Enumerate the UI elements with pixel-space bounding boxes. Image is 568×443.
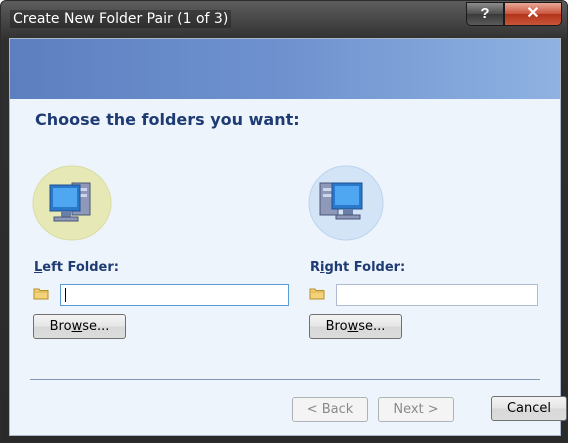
- left-computer-icon: [32, 165, 112, 241]
- text-caret: [65, 288, 66, 302]
- title-bar[interactable]: Create New Folder Pair (1 of 3) ? ✕: [1, 1, 567, 37]
- left-folder-icon: [33, 288, 49, 300]
- close-button[interactable]: ✕: [504, 2, 562, 26]
- left-browse-button[interactable]: Browse...: [33, 314, 126, 339]
- right-folder-input[interactable]: [336, 284, 538, 306]
- back-button[interactable]: < Back: [292, 397, 368, 422]
- right-folder-icon: [309, 288, 325, 300]
- right-browse-button[interactable]: Browse...: [309, 314, 402, 339]
- window-title: Create New Folder Pair (1 of 3): [10, 10, 232, 28]
- page-heading: Choose the folders you want:: [35, 110, 300, 129]
- dialog-window: Create New Folder Pair (1 of 3) ? ✕ Choo…: [0, 0, 568, 443]
- left-folder-label: Left Folder:: [34, 260, 119, 275]
- header-banner: [10, 39, 560, 99]
- next-button[interactable]: Next >: [378, 397, 454, 422]
- right-computer-icon: [308, 165, 384, 241]
- left-folder-input[interactable]: [60, 284, 289, 306]
- footer-separator: [30, 379, 540, 380]
- dialog-content: Choose the folders you want: Left Folder…: [9, 38, 561, 436]
- cancel-button[interactable]: Cancel: [491, 396, 567, 421]
- help-button[interactable]: ?: [466, 2, 504, 26]
- right-folder-label: Right Folder:: [310, 260, 406, 275]
